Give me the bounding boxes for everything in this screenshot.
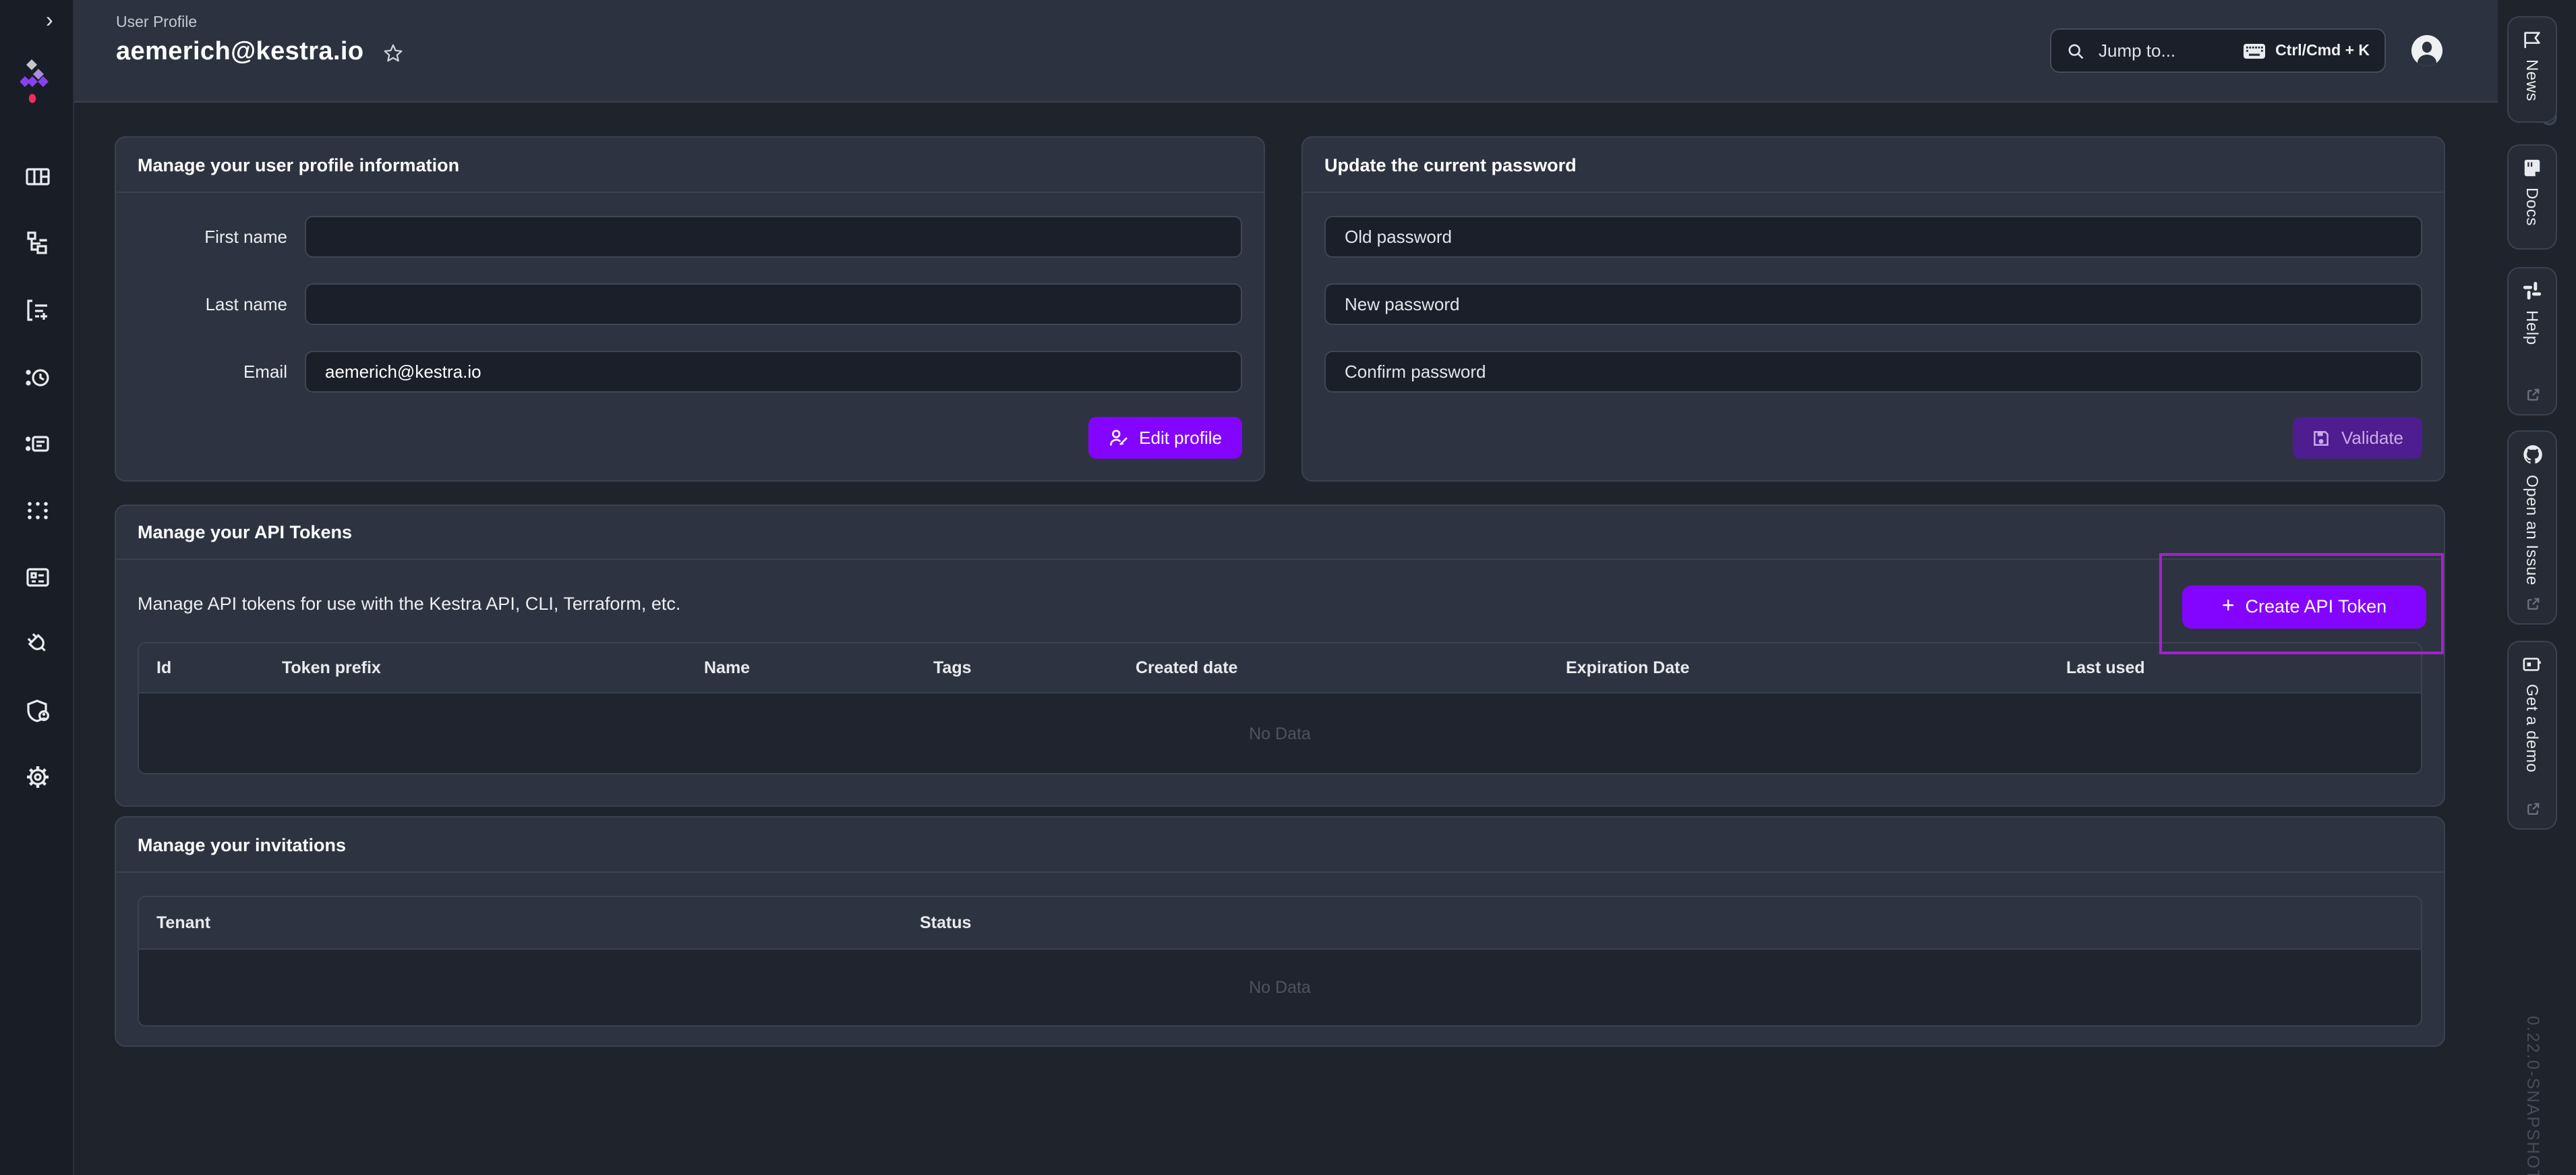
nav-flows-icon[interactable]: [19, 224, 55, 260]
tab-get-demo[interactable]: Get a demo: [2507, 641, 2557, 830]
tab-open-issue[interactable]: Open an Issue: [2507, 430, 2557, 625]
invitations-table-header: Tenant Status: [139, 897, 2421, 948]
col-tenant[interactable]: Tenant: [139, 897, 902, 948]
github-icon: [2521, 444, 2543, 465]
search-input[interactable]: [2096, 39, 2243, 62]
nav-settings-icon[interactable]: [19, 758, 55, 795]
global-search[interactable]: Ctrl/Cmd + K: [2050, 28, 2386, 73]
profile-card: Manage your user profile information Fir…: [115, 136, 1265, 482]
kestra-logo[interactable]: [20, 57, 53, 112]
breadcrumb: User Profile: [116, 15, 197, 31]
search-icon: [2066, 41, 2085, 60]
docs-book-icon: [2522, 158, 2542, 178]
favorite-star-icon[interactable]: [382, 42, 403, 63]
page-title: aemerich@kestra.io: [116, 38, 363, 67]
news-flag-icon: [2522, 30, 2542, 50]
plus-icon: +: [2222, 596, 2235, 617]
nav-administration-icon[interactable]: [19, 692, 55, 728]
api-tokens-card: Manage your API Tokens Manage API tokens…: [115, 505, 2445, 807]
app-version: 0.22.0-SNAPSHOT: [2523, 1016, 2542, 1175]
invitations-card: Manage your invitations Tenant Status No…: [115, 816, 2445, 1047]
invitations-table: Tenant Status No Data: [138, 896, 2422, 1027]
nav-logs-icon[interactable]: [19, 425, 55, 461]
col-expiration-date[interactable]: Expiration Date: [1548, 643, 2049, 692]
tab-news-label: News: [2523, 59, 2542, 121]
topbar: User Profile aemerich@kestra.io: [74, 0, 2498, 103]
tab-help[interactable]: Help: [2507, 267, 2557, 415]
col-tags[interactable]: Tags: [916, 643, 1118, 692]
create-api-token-button[interactable]: + Create API Token: [2182, 585, 2426, 629]
tab-get-demo-label: Get a demo: [2523, 684, 2542, 793]
email-input[interactable]: [305, 351, 1242, 393]
password-card-title: Update the current password: [1324, 154, 1577, 175]
edit-profile-button[interactable]: Edit profile: [1088, 417, 1242, 459]
new-password-input[interactable]: [1324, 283, 2422, 325]
tab-open-issue-label: Open an Issue: [2523, 475, 2542, 588]
nav-blueprints-icon[interactable]: [19, 558, 55, 595]
profile-card-title: Manage your user profile information: [138, 154, 459, 175]
col-status[interactable]: Status: [902, 897, 2421, 948]
edit-profile-label: Edit profile: [1139, 429, 1222, 447]
nav-dashboard-icon[interactable]: [19, 158, 55, 194]
validate-label: Validate: [2341, 429, 2403, 447]
save-icon: [2312, 428, 2331, 447]
first-name-label: First name: [138, 227, 287, 247]
api-tokens-empty-state: No Data: [139, 692, 2421, 773]
col-id[interactable]: Id: [139, 643, 264, 692]
api-tokens-table: Id Token prefix Name Tags Created date E…: [138, 642, 2422, 774]
tab-help-label: Help: [2523, 310, 2542, 379]
col-created-date[interactable]: Created date: [1118, 643, 1548, 692]
col-token-prefix[interactable]: Token prefix: [264, 643, 686, 692]
nav-executions-icon[interactable]: [19, 291, 55, 328]
right-help-strip: News Docs: [2498, 0, 2576, 1175]
annotation-highlight-box: + Create API Token: [2159, 553, 2444, 654]
nav-namespaces-icon[interactable]: [19, 491, 55, 527]
confirm-password-input[interactable]: [1324, 351, 2422, 393]
api-tokens-card-title: Manage your API Tokens: [138, 522, 352, 542]
validate-button[interactable]: Validate: [2293, 417, 2422, 459]
user-avatar[interactable]: [2411, 35, 2442, 66]
col-name[interactable]: Name: [686, 643, 916, 692]
keyboard-icon: [2243, 42, 2266, 59]
left-sidebar: ›: [0, 0, 74, 1175]
email-label: Email: [138, 362, 287, 382]
api-tokens-table-header: Id Token prefix Name Tags Created date E…: [139, 643, 2421, 692]
create-api-token-label: Create API Token: [2246, 598, 2387, 617]
invitations-empty-state: No Data: [139, 948, 2421, 1025]
sidebar-expand-chevron-icon[interactable]: ›: [46, 11, 53, 32]
demo-screen-icon: [2522, 654, 2542, 675]
last-name-input[interactable]: [305, 283, 1242, 325]
password-card: Update the current password: [1301, 136, 2445, 482]
app-root: ›: [0, 0, 2576, 1175]
account-edit-icon: [1108, 428, 1128, 448]
external-link-icon: [2524, 387, 2540, 403]
invitations-card-title: Manage your invitations: [138, 834, 346, 855]
old-password-input[interactable]: [1324, 216, 2422, 258]
tab-docs-label: Docs: [2523, 188, 2542, 248]
tab-news[interactable]: News: [2507, 16, 2557, 123]
main-content: Manage your user profile information Fir…: [74, 103, 2498, 1175]
external-link-icon: [2524, 596, 2540, 612]
nav-plugins-icon[interactable]: [19, 625, 55, 661]
last-name-label: Last name: [138, 294, 287, 314]
api-tokens-description: Manage API tokens for use with the Kestr…: [138, 594, 2422, 614]
first-name-input[interactable]: [305, 216, 1242, 258]
nav-triggers-icon[interactable]: [19, 359, 55, 395]
search-shortcut: Ctrl/Cmd + K: [2243, 42, 2370, 59]
external-link-icon: [2524, 801, 2540, 818]
slack-icon: [2522, 281, 2542, 301]
tab-docs[interactable]: Docs: [2507, 144, 2557, 250]
